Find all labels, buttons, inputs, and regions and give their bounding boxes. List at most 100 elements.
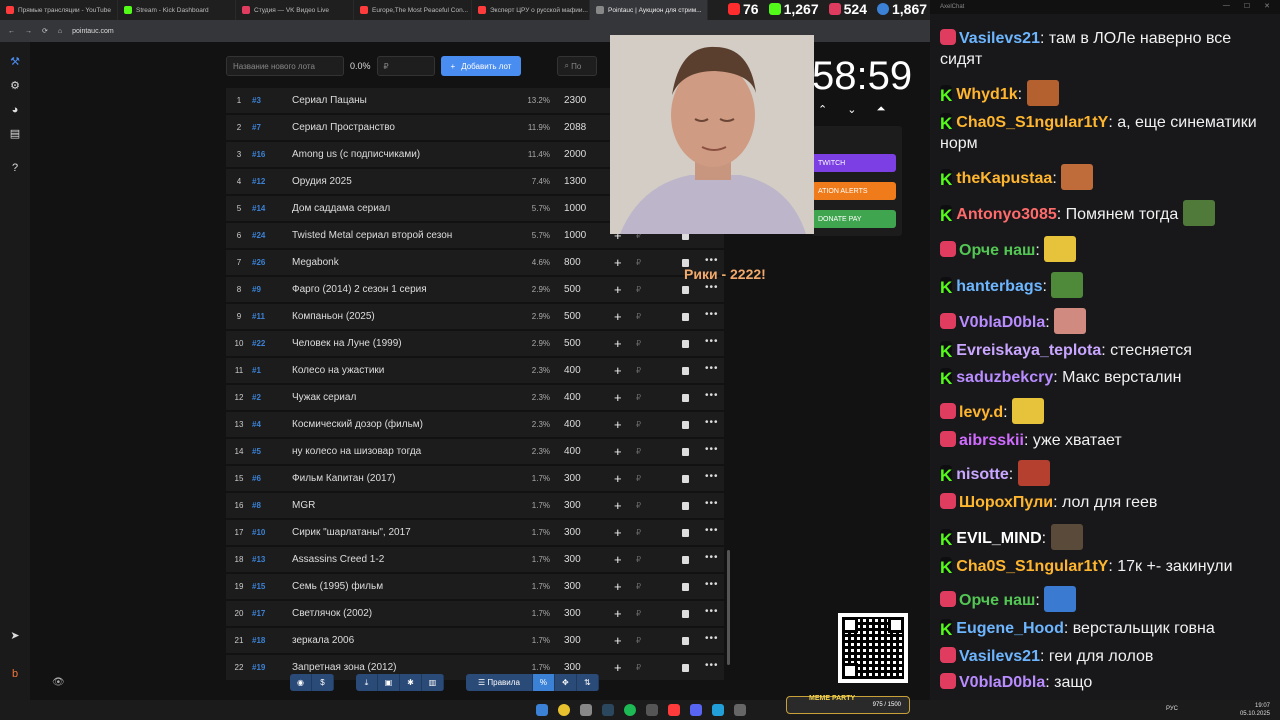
lot-row[interactable]: 21 #18 зеркала 2006 1.7% 300 + ₽ ••• [226, 628, 724, 653]
lot-name[interactable]: Дом саддама сериал [292, 203, 510, 214]
double-chevron-up-icon[interactable]: ⏶ [876, 103, 885, 116]
dollar-icon[interactable]: $ [312, 674, 334, 691]
delete-icon[interactable] [682, 502, 689, 510]
system-clock[interactable]: 19:07 05.10.2025 [1240, 702, 1270, 718]
add-amount-icon[interactable]: + [614, 390, 622, 405]
chat-username[interactable]: Cha0S_S1ngular1tY [956, 114, 1108, 131]
chat-username[interactable]: Cha0S_S1ngular1tY [956, 558, 1108, 575]
bug-icon[interactable]: ✱ [400, 674, 422, 691]
more-icon[interactable]: ••• [705, 579, 719, 590]
minimize-icon[interactable]: — [1223, 2, 1230, 10]
delete-icon[interactable] [682, 583, 689, 591]
more-icon[interactable]: ••• [705, 309, 719, 320]
chevron-up-icon[interactable]: ⌃ [818, 103, 827, 116]
ruble-input[interactable]: ₽ [636, 636, 641, 645]
delete-icon[interactable] [682, 286, 689, 294]
delete-icon[interactable] [682, 313, 689, 321]
lot-id[interactable]: #19 [252, 663, 292, 672]
chat-username[interactable]: V0blaD0bla [959, 314, 1045, 331]
spotify-icon[interactable] [624, 704, 636, 716]
lot-row[interactable]: 13 #4 Космический дозор (фильм) 2.3% 400 + ₽ ••… [226, 412, 724, 437]
more-icon[interactable]: ••• [705, 633, 719, 644]
lot-id[interactable]: #8 [252, 501, 292, 510]
lot-row[interactable]: 17 #10 Сирик "шарлатаны", 2017 1.7% 300 + ₽ ••• [226, 520, 724, 545]
ruble-input[interactable]: ₽ [636, 339, 641, 348]
twitch-button[interactable]: TWITCH [812, 154, 896, 172]
more-icon[interactable]: ••• [705, 417, 719, 428]
chat-username[interactable]: levy.d [959, 404, 1003, 421]
lot-row[interactable]: 8 #9 Фарго (2014) 2 сезон 1 серия 2.9% 500 + ₽… [226, 277, 724, 302]
discord-icon[interactable] [690, 704, 702, 716]
browser-tab[interactable]: Europe,The Most Peaceful Con... [354, 0, 472, 20]
add-amount-icon[interactable]: + [614, 606, 622, 621]
lot-id[interactable]: #22 [252, 339, 292, 348]
chevron-down-icon[interactable]: ⌄ [847, 103, 856, 116]
lot-id[interactable]: #14 [252, 204, 292, 213]
save-icon[interactable]: ▣ [378, 674, 400, 691]
donation-alerts-button[interactable]: ATION ALERTS [812, 182, 896, 200]
lot-name[interactable]: Запретная зона (2012) [292, 662, 510, 673]
lot-id[interactable]: #2 [252, 393, 292, 402]
lot-row[interactable]: 16 #8 MGR 1.7% 300 + ₽ ••• [226, 493, 724, 518]
lot-id[interactable]: #15 [252, 582, 292, 591]
ruble-input[interactable]: ₽ [636, 474, 641, 483]
more-icon[interactable]: ••• [705, 390, 719, 401]
lot-name[interactable]: MGR [292, 500, 510, 511]
lot-row[interactable]: 9 #11 Компаньон (2025) 2.9% 500 + ₽ ••• [226, 304, 724, 329]
ruble-input[interactable]: ₽ [636, 258, 641, 267]
telegram-icon[interactable]: ➤ [9, 630, 21, 642]
lot-name[interactable]: Орудия 2025 [292, 176, 510, 187]
lot-id[interactable]: #17 [252, 609, 292, 618]
donatepay-button[interactable]: DONATE PAY [812, 210, 896, 228]
lot-name[interactable]: Семь (1995) фильм [292, 581, 510, 592]
add-amount-icon[interactable]: + [614, 336, 622, 351]
ruble-input[interactable]: ₽ [636, 555, 641, 564]
chat-username[interactable]: hanterbags [956, 278, 1042, 295]
chat-username[interactable]: Орче наш [959, 592, 1035, 609]
forward-icon[interactable]: → [25, 28, 32, 35]
lot-name[interactable]: Чужак сериал [292, 392, 510, 403]
add-lot-button[interactable]: + Добавить лот [440, 56, 522, 76]
url-text[interactable]: pointauc.com [72, 28, 114, 35]
add-amount-icon[interactable]: + [614, 525, 622, 540]
history-icon[interactable]: ▤ [9, 128, 21, 140]
more-icon[interactable]: ••• [705, 471, 719, 482]
lot-id[interactable]: #12 [252, 177, 292, 186]
delete-icon[interactable] [682, 421, 689, 429]
lot-row[interactable]: 10 #22 Человек на Луне (1999) 2.9% 500 + ₽ ••• [226, 331, 724, 356]
delete-icon[interactable] [682, 448, 689, 456]
obs-icon[interactable] [646, 704, 658, 716]
app-icon[interactable] [668, 704, 680, 716]
lot-name-input[interactable]: Название нового лота [226, 56, 344, 76]
add-amount-icon[interactable]: + [614, 363, 622, 378]
chat-username[interactable]: Vasilevs21 [959, 648, 1040, 665]
chat-username[interactable]: Whyd1k [956, 86, 1017, 103]
add-amount-icon[interactable]: + [614, 633, 622, 648]
steam-icon[interactable] [602, 704, 614, 716]
lot-name[interactable]: Компаньон (2025) [292, 311, 510, 322]
lot-id[interactable]: #13 [252, 555, 292, 564]
add-amount-icon[interactable]: + [614, 282, 622, 297]
more-icon[interactable]: ••• [705, 498, 719, 509]
lot-row[interactable]: 19 #15 Семь (1995) фильм 1.7% 300 + ₽ ••• [226, 574, 724, 599]
add-amount-icon[interactable]: + [614, 255, 622, 270]
ruble-input[interactable]: ₽ [636, 393, 641, 402]
chat-username[interactable]: aibrsskii [959, 432, 1024, 449]
lot-id[interactable]: #18 [252, 636, 292, 645]
windows-start-icon[interactable] [536, 704, 548, 716]
add-amount-icon[interactable]: + [614, 498, 622, 513]
more-icon[interactable]: ••• [705, 552, 719, 563]
lot-row[interactable]: 18 #13 Assassins Creed 1-2 1.7% 300 + ₽ ••• [226, 547, 724, 572]
more-icon[interactable]: ••• [705, 336, 719, 347]
telegram-taskbar-icon[interactable] [712, 704, 724, 716]
lot-row[interactable]: 11 #1 Колесо на ужастики 2.3% 400 + ₽ ••• [226, 358, 724, 383]
lot-id[interactable]: #9 [252, 285, 292, 294]
lot-name[interactable]: Megabonk [292, 257, 510, 268]
sort-icon[interactable]: ⇅ [577, 674, 599, 691]
lot-row[interactable]: 12 #2 Чужак сериал 2.3% 400 + ₽ ••• [226, 385, 724, 410]
search-input[interactable]: ⌕ По [557, 56, 598, 76]
arrows-icon[interactable]: ✥ [555, 674, 577, 691]
chat-username[interactable]: Antonyo3085 [956, 206, 1056, 223]
ruble-input[interactable]: ₽ [636, 663, 641, 672]
lot-name[interactable]: ну колесо на шизовар тогда [292, 446, 510, 457]
